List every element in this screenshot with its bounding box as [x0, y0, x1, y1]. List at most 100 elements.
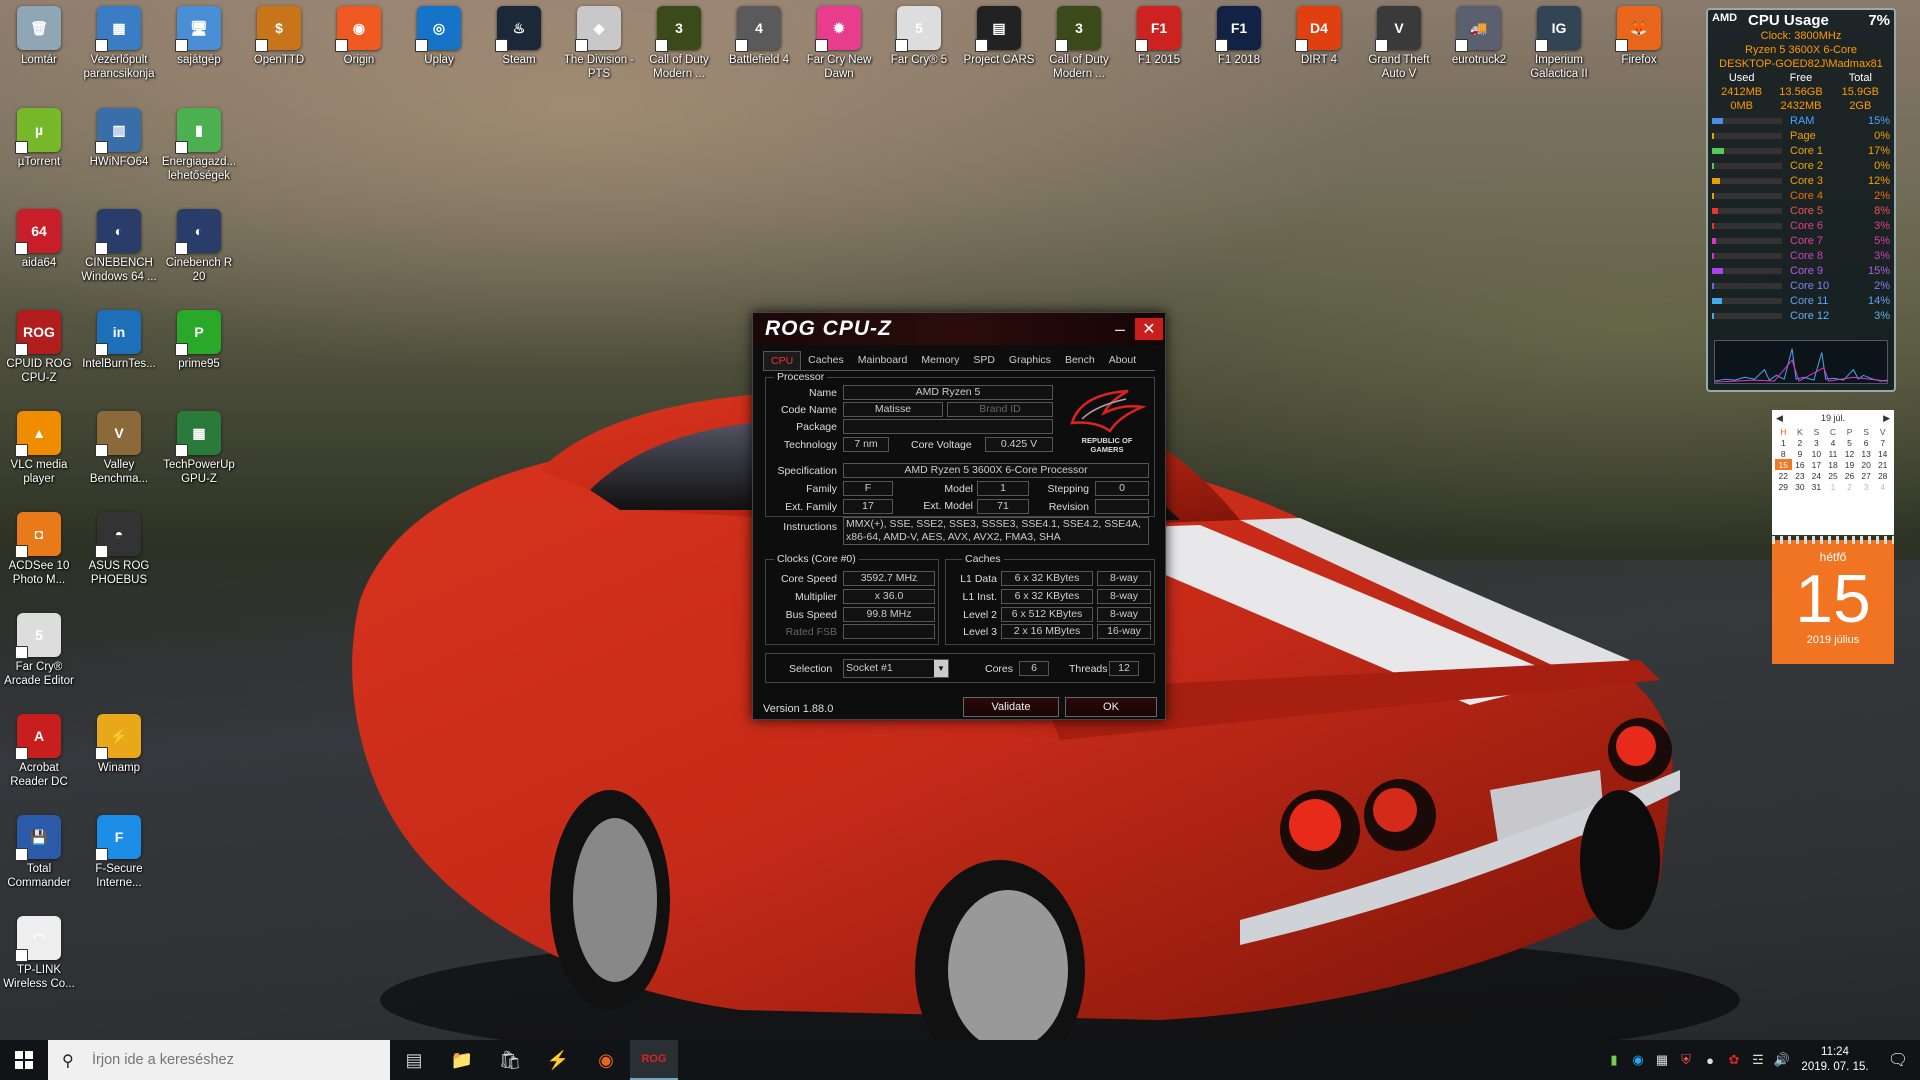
calendar-day[interactable]: 18	[1825, 459, 1842, 470]
tab-spd[interactable]: SPD	[966, 351, 1002, 370]
desktop-icon[interactable]: 5 Far Cry® Arcade Editor	[0, 613, 78, 688]
search-box[interactable]: ⚲	[48, 1040, 390, 1080]
desktop-icon[interactable]: 5 Far Cry® 5	[880, 6, 958, 67]
desktop-icon[interactable]: 🦊 Firefox	[1600, 6, 1678, 67]
desktop-icon[interactable]: ◠ TP-LINK Wireless Co...	[0, 916, 78, 991]
selection-dropdown[interactable]: Socket #1 ▼	[843, 659, 949, 678]
desktop-icon[interactable]: ROG CPUID ROG CPU-Z	[0, 310, 78, 385]
tab-about[interactable]: About	[1102, 351, 1143, 370]
desktop-icon[interactable]: 3 Call of Duty Modern ...	[640, 6, 718, 81]
calendar-day[interactable]: 15	[1775, 459, 1792, 470]
desktop-icon[interactable]: 🗑 Lomtár	[0, 6, 78, 67]
cpuz-window[interactable]: ROG CPU-Z – ✕ CPU Caches Mainboard Memory SP…	[752, 312, 1166, 720]
calendar-day[interactable]: 3	[1858, 481, 1875, 492]
desktop-icon[interactable]: F1 F1 2018	[1200, 6, 1278, 67]
calendar-day[interactable]: 27	[1858, 470, 1875, 481]
volume-icon[interactable]: 🔊	[1770, 1052, 1794, 1068]
desktop-icon[interactable]: ▤ Project CARS	[960, 6, 1038, 67]
fsecure-tray-icon[interactable]: ◉	[1626, 1052, 1650, 1068]
tab-cpu[interactable]: CPU	[763, 351, 802, 370]
desktop-icon[interactable]: F F-Secure Interne...	[80, 815, 158, 890]
calendar-day[interactable]: 3	[1808, 437, 1825, 448]
ok-button[interactable]: OK	[1065, 697, 1157, 717]
signal-icon[interactable]: ▮	[1602, 1052, 1626, 1068]
calendar-day[interactable]: 2	[1792, 437, 1809, 448]
desktop-icon[interactable]: 🖥 sajátgép	[160, 6, 238, 67]
desktop-icon[interactable]: 🚚 eurotruck2	[1440, 6, 1518, 67]
desktop-icon[interactable]: ▮ Energiagazd... lehetőségek	[160, 108, 238, 183]
calendar-day[interactable]: 21	[1874, 459, 1891, 470]
desktop-icon[interactable]: ▥ HWiNFO64	[80, 108, 158, 169]
desktop-icon[interactable]: V Valley Benchma...	[80, 411, 158, 486]
cpuz-taskbar-icon[interactable]: ROG	[630, 1040, 678, 1080]
desktop-icon[interactable]: in IntelBurnTes...	[80, 310, 158, 371]
calendar-day[interactable]: 1	[1775, 437, 1792, 448]
calendar-day[interactable]: 20	[1858, 459, 1875, 470]
calendar-day[interactable]: 26	[1841, 470, 1858, 481]
desktop-icon[interactable]: 4 Battlefield 4	[720, 6, 798, 67]
calendar-day[interactable]: 16	[1792, 459, 1809, 470]
tab-graphics[interactable]: Graphics	[1002, 351, 1058, 370]
calendar-day[interactable]: 4	[1874, 481, 1891, 492]
desktop-icon[interactable]: ⚡ Winamp	[80, 714, 158, 775]
desktop-icon[interactable]: ◎ Uplay	[400, 6, 478, 67]
rog-tray-icon[interactable]: ✿	[1722, 1052, 1746, 1068]
desktop-icon[interactable]: $ OpenTTD	[240, 6, 318, 67]
desktop-icon[interactable]: ♨ Steam	[480, 6, 558, 67]
desktop-icon[interactable]: V Grand Theft Auto V	[1360, 6, 1438, 81]
desktop-icon[interactable]: F1 F1 2015	[1120, 6, 1198, 67]
desktop-icon[interactable]: ◘ ACDSee 10 Photo M...	[0, 512, 78, 587]
calendar-day[interactable]: 24	[1808, 470, 1825, 481]
desktop-icon[interactable]: ◓ ASUS ROG PHOEBUS	[80, 512, 158, 587]
calendar-day[interactable]: 23	[1792, 470, 1809, 481]
shield-icon[interactable]: ⛨	[1674, 1052, 1698, 1068]
close-icon[interactable]: ✕	[1135, 318, 1163, 340]
clock[interactable]: 11:24 2019. 07. 15.	[1794, 1045, 1876, 1075]
desktop-icon[interactable]: ▦ Vezérlőpult parancsikonja	[80, 6, 158, 81]
store-icon[interactable]: 🛍	[486, 1040, 534, 1080]
desktop-icon[interactable]: ◐ CINEBENCH Windows 64 ...	[80, 209, 158, 284]
tab-memory[interactable]: Memory	[914, 351, 966, 370]
tab-caches[interactable]: Caches	[801, 351, 851, 370]
calendar-day[interactable]: 8	[1775, 448, 1792, 459]
tab-bench[interactable]: Bench	[1058, 351, 1102, 370]
calendar-day[interactable]: 30	[1792, 481, 1809, 492]
calendar-day[interactable]: 4	[1825, 437, 1842, 448]
calendar-day[interactable]: 25	[1825, 470, 1842, 481]
calendar-day[interactable]: 29	[1775, 481, 1792, 492]
desktop-icon[interactable]: D4 DIRT 4	[1280, 6, 1358, 67]
calendar-day[interactable]: 17	[1808, 459, 1825, 470]
file-explorer-icon[interactable]: 📁	[438, 1040, 486, 1080]
calendar-day[interactable]: 14	[1874, 448, 1891, 459]
calendar-day[interactable]: 22	[1775, 470, 1792, 481]
prev-month-icon[interactable]: ◀	[1772, 413, 1783, 424]
calendar-gadget[interactable]: ◀ 19 júl. ▶ H K S C P S V 1 2 3 4 5 6 7 8 9 10 11 12 13 14 15…	[1772, 410, 1894, 535]
chevron-down-icon[interactable]: ▼	[934, 660, 948, 677]
desktop-icon[interactable]: ▦ TechPowerUp GPU-Z	[160, 411, 238, 486]
disc-icon[interactable]: ●	[1698, 1053, 1722, 1068]
calendar-day[interactable]: 5	[1841, 437, 1858, 448]
calendar-day[interactable]: 19	[1841, 459, 1858, 470]
desktop-icon[interactable]: A Acrobat Reader DC	[0, 714, 78, 789]
search-input[interactable]	[92, 1052, 352, 1068]
validate-button[interactable]: Validate	[963, 697, 1059, 717]
desktop-icon[interactable]: Pprime95	[160, 310, 238, 371]
cpuz-titlebar[interactable]: ROG CPU-Z – ✕	[753, 313, 1165, 345]
calendar-day[interactable]: 12	[1841, 448, 1858, 459]
calendar-day[interactable]: 11	[1825, 448, 1842, 459]
desktop-icon[interactable]: 3 Call of Duty Modern ...	[1040, 6, 1118, 81]
network-icon[interactable]: ☲	[1746, 1052, 1770, 1068]
start-button[interactable]	[0, 1040, 48, 1080]
next-month-icon[interactable]: ▶	[1883, 413, 1894, 424]
notification-icon[interactable]: 🗨	[1876, 1050, 1920, 1070]
calendar-day[interactable]: 2	[1841, 481, 1858, 492]
desktop-icon[interactable]: IG Imperium Galactica II	[1520, 6, 1598, 81]
desktop-icon[interactable]: 💾 Total Commander	[0, 815, 78, 890]
calendar-day[interactable]: 9	[1792, 448, 1809, 459]
calendar-day[interactable]: 6	[1858, 437, 1875, 448]
calendar-day[interactable]: 10	[1808, 448, 1825, 459]
task-view-icon[interactable]: ▤	[390, 1040, 438, 1080]
desktop-icon[interactable]: ◈ The Division - PTS	[560, 6, 638, 81]
desktop-icon[interactable]: 64 aida64	[0, 209, 78, 270]
tab-mainboard[interactable]: Mainboard	[851, 351, 915, 370]
